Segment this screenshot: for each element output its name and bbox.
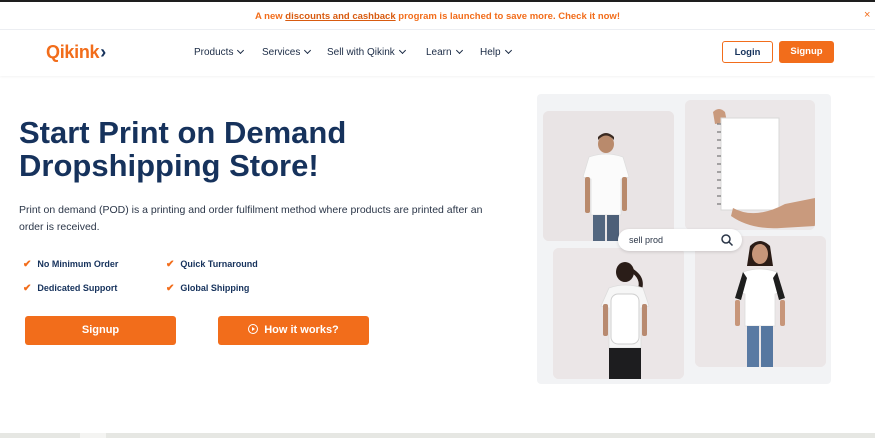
logo-text: Qikink — [46, 42, 100, 62]
backpack-illustration — [553, 248, 684, 379]
nav-services[interactable]: Services — [262, 46, 312, 58]
notebook-illustration — [685, 100, 815, 230]
close-icon[interactable]: × — [864, 10, 874, 21]
nav-products-label: Products — [194, 47, 234, 58]
check-icon: ✔ — [23, 259, 32, 270]
raglan-tshirt-image — [695, 236, 826, 367]
play-icon — [248, 324, 259, 334]
nav-services-label: Services — [262, 47, 301, 58]
feature-item: ✔ No Minimum Order — [23, 259, 118, 270]
hero-description: Print on demand (POD) is a printing and … — [19, 204, 483, 233]
bottom-scroll-strip — [0, 433, 875, 438]
chevron-down-icon — [455, 46, 463, 55]
announcement-text-before: A new — [255, 11, 286, 22]
chevron-down-icon — [304, 46, 312, 55]
feature-label: No Minimum Order — [37, 259, 119, 269]
feature-item: ✔ Global Shipping — [166, 283, 249, 294]
gallery-search-box[interactable]: sell prod — [618, 229, 742, 251]
announcement-bar: A new discounts and cashback program is … — [0, 2, 875, 30]
main-navigation: Qikink› Products Services Sell with Qiki… — [0, 30, 875, 76]
how-it-works-label: How it works? — [264, 324, 339, 336]
raglan-tshirt-illustration — [695, 236, 826, 367]
nav-products[interactable]: Products — [194, 46, 245, 58]
man-tshirt-illustration — [543, 111, 674, 241]
feature-label: Quick Turnaround — [180, 259, 258, 269]
notebook-image — [685, 100, 815, 230]
login-button[interactable]: Login — [722, 41, 773, 63]
strip-segment — [80, 433, 106, 438]
logo[interactable]: Qikink› — [46, 42, 106, 63]
logo-chevron-icon: › — [100, 42, 106, 62]
nav-help[interactable]: Help — [480, 46, 512, 58]
feature-item: ✔ Dedicated Support — [23, 283, 117, 294]
backpack-image — [553, 248, 684, 379]
search-query: sell prod — [629, 235, 664, 245]
announcement-link[interactable]: discounts and cashback — [285, 11, 395, 22]
chevron-down-icon — [237, 46, 245, 55]
nav-learn-label: Learn — [426, 47, 452, 58]
hero-title-line2: Dropshipping Store! — [19, 148, 319, 183]
check-icon: ✔ — [166, 259, 175, 270]
check-icon: ✔ — [23, 283, 32, 294]
search-icon — [721, 234, 734, 247]
hero-title: Start Print on Demand Dropshipping Store… — [19, 116, 419, 182]
announcement-text: A new discounts and cashback program is … — [0, 11, 875, 22]
nav-learn[interactable]: Learn — [426, 46, 463, 58]
how-it-works-button[interactable]: How it works? — [218, 316, 369, 345]
chevron-down-icon — [504, 46, 512, 55]
hero-signup-button[interactable]: Signup — [25, 316, 176, 345]
feature-label: Dedicated Support — [37, 283, 118, 293]
nav-help-label: Help — [480, 47, 501, 58]
check-icon: ✔ — [166, 283, 175, 294]
announcement-text-after: program is launched to save more. Check … — [395, 11, 620, 22]
feature-label: Global Shipping — [180, 283, 250, 293]
chevron-down-icon — [398, 46, 406, 55]
man-tshirt-image — [543, 111, 674, 241]
hero-title-line1: Start Print on Demand — [19, 115, 347, 150]
feature-item: ✔ Quick Turnaround — [166, 259, 258, 270]
signup-button[interactable]: Signup — [779, 41, 834, 63]
nav-sell-label: Sell with Qikink — [327, 47, 395, 58]
nav-sell-with-qikink[interactable]: Sell with Qikink — [327, 46, 406, 58]
